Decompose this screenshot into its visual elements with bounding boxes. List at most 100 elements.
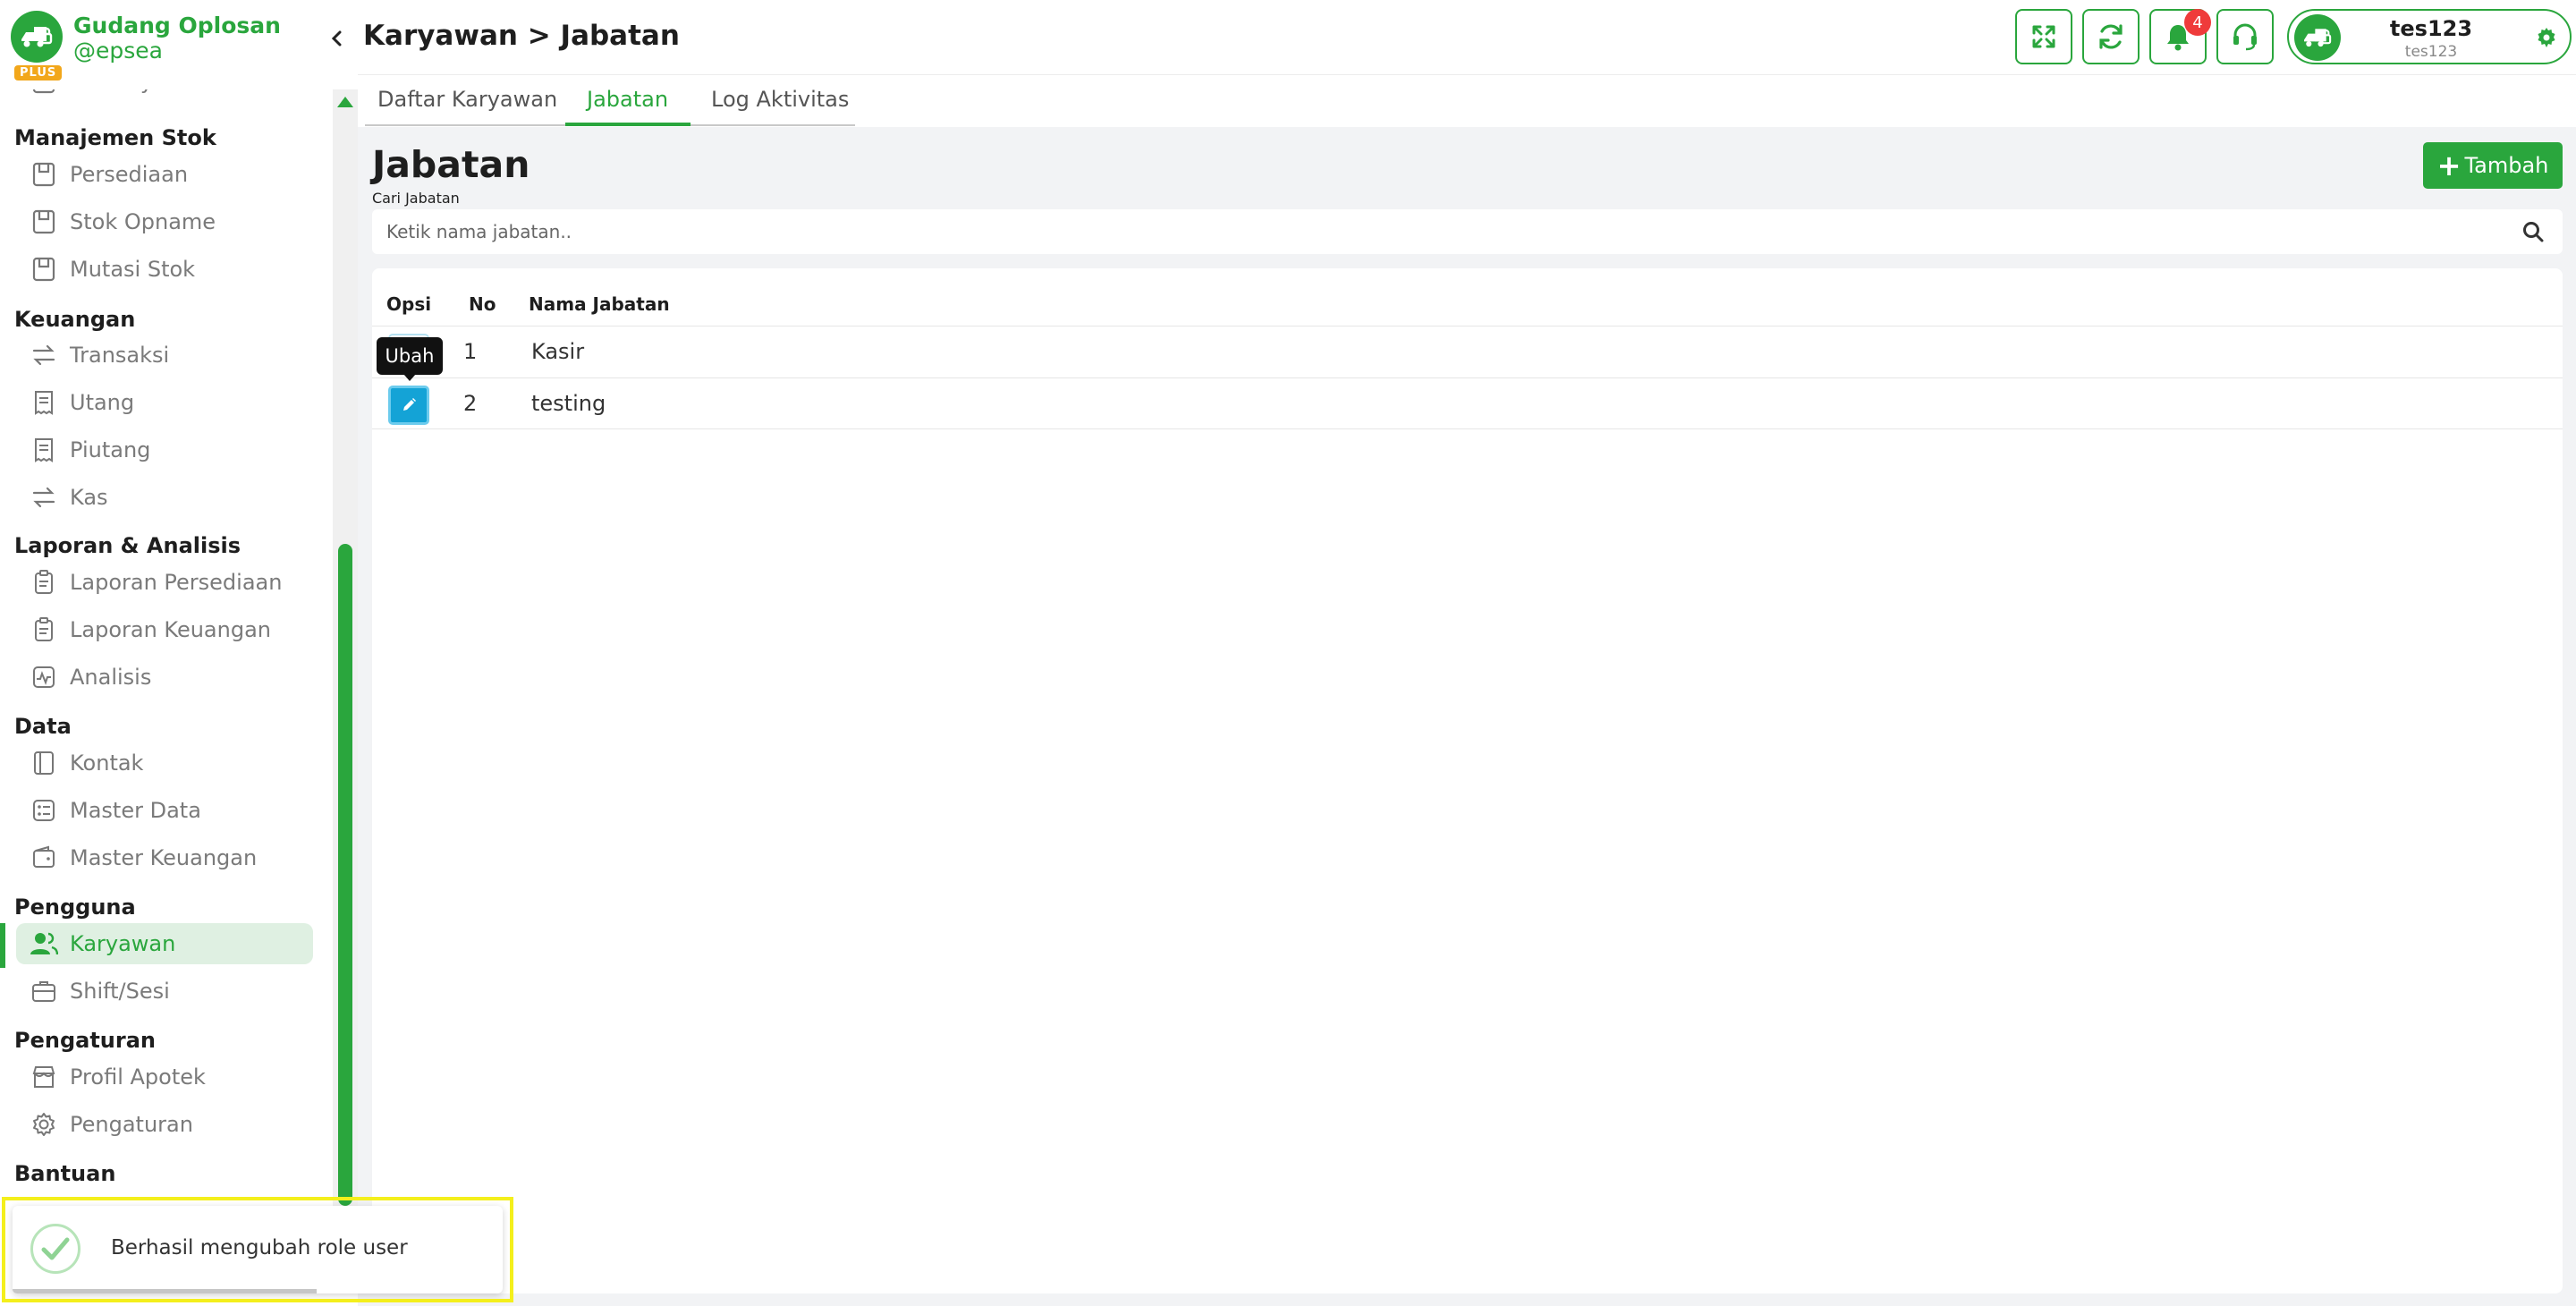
sidebar-item-persediaan[interactable]: Persediaan (16, 154, 313, 195)
sidebar-item-kas[interactable]: Kas (16, 477, 313, 518)
refresh-icon (2099, 24, 2123, 49)
tab-jabatan[interactable]: Jabatan (587, 87, 668, 112)
receipt-icon (29, 387, 59, 418)
sidebar-item-karyawan[interactable]: Karyawan (16, 923, 313, 964)
sidebar-item-label: Laporan Persediaan (70, 570, 283, 595)
sidebar-scrollbar[interactable] (333, 89, 358, 1208)
sidebar-item-laporan-keuangan[interactable]: Laporan Keuangan (16, 609, 313, 650)
sidebar-item-mutasi-stok[interactable]: Mutasi Stok (16, 249, 313, 290)
sidebar-item-kontak[interactable]: Kontak (16, 742, 313, 784)
scrollbar-thumb[interactable] (338, 544, 352, 1206)
user-subtitle: tes123 (2404, 43, 2458, 61)
sidebar-item-label: Karyawan (70, 931, 176, 956)
collapse-sidebar-button[interactable] (326, 23, 347, 54)
sidebar-item-label: Analisis (70, 665, 152, 690)
exchange-icon (29, 340, 59, 370)
cell-nama-jabatan: testing (531, 391, 606, 416)
sidebar-item-label: Master Keuangan (70, 845, 258, 870)
sidebar-item-label: Utang (70, 390, 135, 415)
pencil-icon (403, 398, 416, 411)
sidebar-item-master-data[interactable]: Master Data (16, 790, 313, 831)
sidebar-item-analisis[interactable]: Analisis (16, 657, 313, 698)
tooltip-arrow (403, 374, 416, 381)
sidebar-section-manajemen-stok: Manajemen Stok (14, 125, 216, 150)
logo (11, 11, 63, 63)
cell-no: 2 (463, 391, 478, 416)
box-icon (29, 159, 59, 190)
scroll-up-arrow-icon[interactable] (337, 97, 353, 107)
table-row: 2 testing (372, 377, 2563, 429)
sidebar-item-label: Pengaturan (70, 1112, 193, 1137)
tooltip: Ubah (377, 337, 443, 375)
exchange-icon (29, 482, 59, 513)
sidebar-item-piutang[interactable]: Piutang (16, 429, 313, 471)
sidebar-item-pengaturan[interactable]: Pengaturan (16, 1104, 313, 1145)
sidebar-item-label: Shift/Sesi (70, 979, 170, 1004)
page-title: Jabatan (372, 143, 530, 186)
search-box (372, 209, 2563, 254)
cell-no: 1 (463, 339, 478, 364)
sidebar-item-label: Laporan Keuangan (70, 617, 271, 642)
search-label: Cari Jabatan (372, 190, 460, 207)
list-icon (29, 795, 59, 826)
brand-header: PLUS Gudang Oplosan @epsea (0, 0, 333, 89)
sidebar-section-data: Data (14, 714, 72, 739)
tab-bar: Daftar Karyawan Jabatan Log Aktivitas (358, 76, 2576, 126)
jabatan-table: Opsi No Nama Jabatan 1 Kasir 2 testing (372, 268, 2563, 1293)
sidebar-item-label: Kontak (70, 751, 144, 776)
sidebar-item-label: Stok Opname (70, 209, 216, 234)
briefcase-icon (29, 976, 59, 1006)
brand-handle: @epsea (73, 38, 163, 64)
sidebar-item-laporan-persediaan[interactable]: Laporan Persediaan (16, 562, 313, 603)
column-header-no: No (469, 293, 496, 315)
tab-log-aktivitas[interactable]: Log Aktivitas (711, 87, 849, 112)
top-bar: Karyawan > Jabatan 4 tes123 tes123 (358, 0, 2576, 75)
edit-button[interactable] (388, 386, 429, 425)
sidebar: Konsinyasi Manajemen Stok Persediaan Sto… (0, 0, 333, 1306)
search-icon[interactable] (2521, 220, 2545, 243)
sidebar-section-pengaturan: Pengaturan (14, 1028, 157, 1053)
gear-icon[interactable] (2536, 27, 2557, 48)
notification-badge: 4 (2184, 9, 2211, 36)
sidebar-item-profil-apotek[interactable]: Profil Apotek (16, 1056, 313, 1098)
search-input[interactable] (372, 209, 2501, 254)
main-content: Jabatan + Tambah Cari Jabatan Opsi No Na… (358, 127, 2576, 1306)
store-icon (29, 1062, 59, 1092)
refresh-button[interactable] (2082, 9, 2140, 64)
brand-name: Gudang Oplosan (73, 13, 281, 38)
support-button[interactable] (2216, 9, 2274, 64)
cell-nama-jabatan: Kasir (531, 339, 585, 364)
sidebar-item-stok-opname[interactable]: Stok Opname (16, 201, 313, 242)
table-row: 1 Kasir (372, 326, 2563, 377)
add-jabatan-button[interactable]: + Tambah (2423, 142, 2563, 189)
sidebar-section-laporan: Laporan & Analisis (14, 533, 242, 558)
sidebar-nav: Konsinyasi Manajemen Stok Persediaan Sto… (0, 72, 333, 1199)
box-icon (29, 207, 59, 237)
sidebar-item-label: Master Data (70, 798, 201, 823)
user-menu[interactable]: tes123 tes123 (2287, 9, 2572, 64)
receipt-icon (29, 435, 59, 465)
box-icon (29, 254, 59, 284)
book-icon (29, 748, 59, 778)
tab-daftar-karyawan[interactable]: Daftar Karyawan (377, 87, 557, 112)
plus-icon: + (2436, 148, 2462, 182)
clipboard-icon (29, 567, 59, 598)
sidebar-section-pengguna: Pengguna (14, 895, 136, 920)
sidebar-item-label: Persediaan (70, 162, 189, 187)
column-header-nama-jabatan: Nama Jabatan (529, 293, 670, 315)
sidebar-item-utang[interactable]: Utang (16, 382, 313, 423)
toast-highlight (2, 1197, 513, 1302)
sidebar-item-shift-sesi[interactable]: Shift/Sesi (16, 971, 313, 1012)
pulse-icon (29, 662, 59, 692)
headset-icon (2233, 23, 2257, 51)
sidebar-item-master-keuangan[interactable]: Master Keuangan (16, 837, 313, 878)
column-header-opsi: Opsi (386, 293, 432, 315)
plan-badge: PLUS (14, 65, 63, 81)
sidebar-item-transaksi[interactable]: Transaksi (16, 335, 313, 376)
active-tab-indicator (565, 123, 691, 126)
gear-icon (29, 1109, 59, 1140)
fullscreen-icon (2032, 25, 2055, 48)
fullscreen-button[interactable] (2015, 9, 2072, 64)
sidebar-section-bantuan: Bantuan (14, 1161, 116, 1186)
sidebar-item-label: Mutasi Stok (70, 257, 196, 282)
